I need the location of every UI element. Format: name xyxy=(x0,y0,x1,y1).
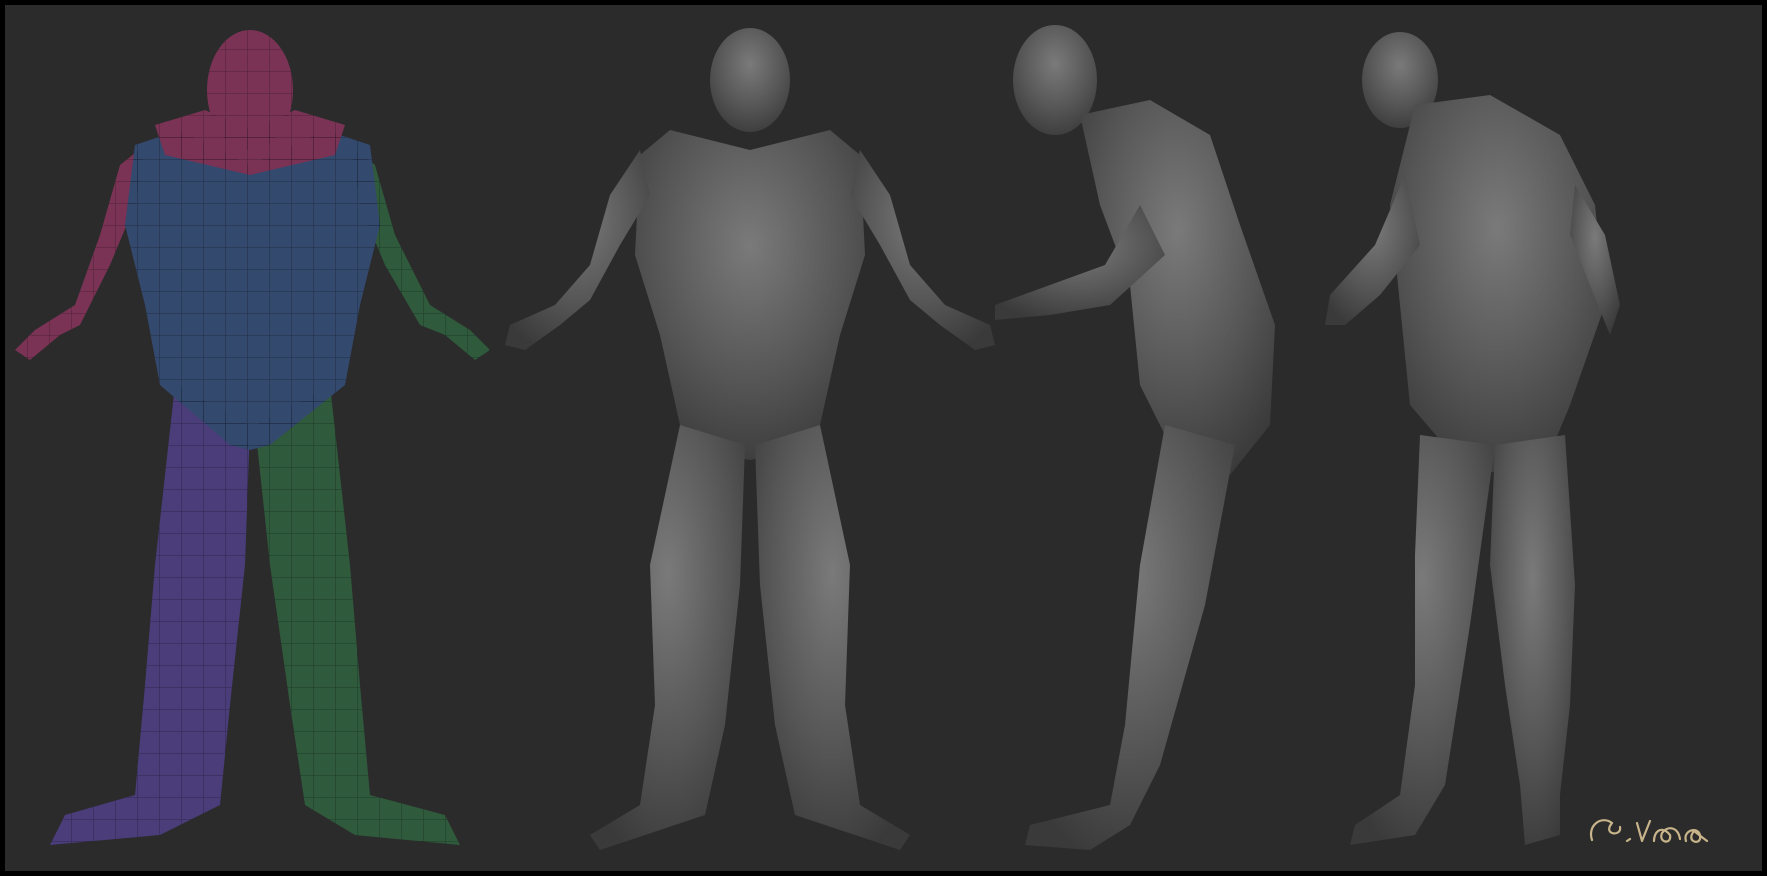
basemesh-figure xyxy=(5,5,500,871)
side-sculpt-svg xyxy=(995,25,1275,850)
front-sculpt-svg xyxy=(505,28,995,850)
side-sculpt-figure xyxy=(990,5,1320,871)
render-canvas xyxy=(5,5,1762,871)
basemesh-svg xyxy=(15,30,490,845)
front-sculpt-figure xyxy=(500,5,1000,871)
back-sculpt-figure xyxy=(1320,5,1762,871)
signature-svg xyxy=(1589,819,1709,843)
back-sculpt-svg xyxy=(1325,32,1620,845)
artist-signature xyxy=(1582,805,1722,851)
